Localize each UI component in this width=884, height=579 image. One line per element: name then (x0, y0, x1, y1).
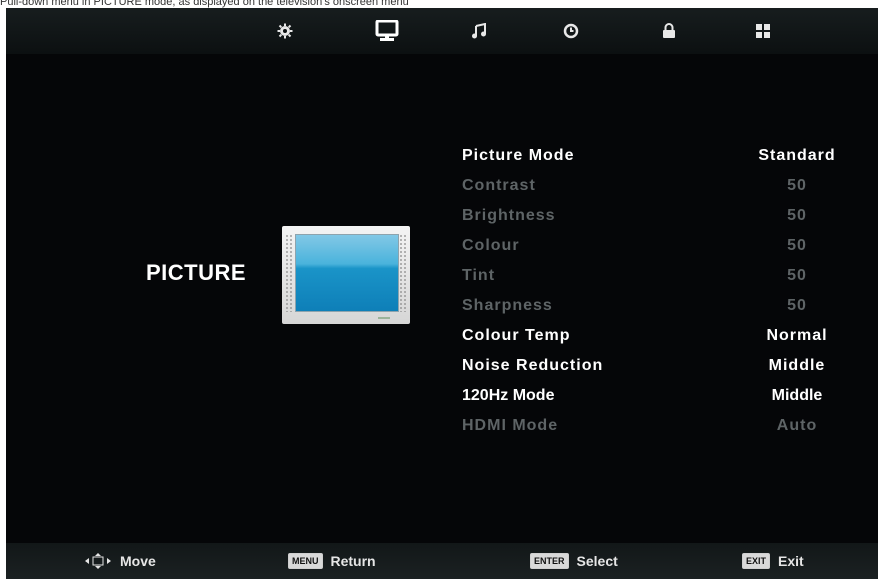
menu-item-label: 120Hz Mode (462, 387, 555, 404)
key-hint-bar: Move MENU Return ENTER Select EXIT Exit (6, 543, 878, 579)
menu-key-icon: MENU (288, 553, 323, 569)
menu-item-value: Normal (766, 327, 828, 344)
menu-item-value: 50 (787, 237, 807, 254)
menu-item-hdmi-mode[interactable]: HDMI Mode Auto (462, 411, 862, 441)
tv-illustration (282, 226, 410, 324)
menu-item-value: 50 (787, 177, 807, 194)
dpad-arrows-icon (85, 553, 111, 569)
menu-item-value: Middle (771, 387, 823, 404)
picture-menu-list: Picture Mode Standard Contrast 50 Bright… (462, 141, 862, 441)
tab-channel[interactable] (748, 18, 778, 44)
menu-item-label: Tint (462, 267, 496, 284)
menu-item-120hz-mode[interactable]: 120Hz Mode Middle (462, 381, 862, 411)
menu-item-contrast[interactable]: Contrast 50 (462, 171, 862, 201)
clock-icon (563, 23, 579, 39)
hint-select-label: Select (576, 553, 618, 569)
lock-icon (663, 23, 675, 38)
tab-lock[interactable] (654, 18, 684, 44)
menu-item-value: Auto (776, 417, 818, 434)
menu-item-sharpness[interactable]: Sharpness 50 (462, 291, 862, 321)
menu-item-label: Sharpness (462, 297, 553, 314)
menu-item-value: Standard (758, 147, 836, 164)
tv-screen-graphic (295, 234, 399, 312)
hint-return-label: Return (330, 553, 376, 569)
menu-item-picture-mode[interactable]: Picture Mode Standard (462, 141, 862, 171)
menu-item-label: Colour (462, 237, 520, 254)
header-caption: Pull-down menu in PICTURE mode, as displ… (0, 0, 884, 8)
tv-osd-screen: PICTURE Picture Mode Standard Contrast 5… (6, 8, 878, 579)
tv-led (378, 317, 390, 319)
hint-exit-label: Exit (778, 553, 804, 569)
exit-key-icon: EXIT (742, 553, 771, 569)
gear-icon (277, 23, 293, 39)
menu-item-colour[interactable]: Colour 50 (462, 231, 862, 261)
menu-item-label: Colour Temp (462, 327, 571, 344)
menu-item-label: HDMI Mode (462, 417, 559, 434)
menu-item-label: Picture Mode (462, 147, 575, 164)
hint-move: Move (84, 551, 156, 571)
music-note-icon (472, 23, 486, 39)
menu-item-label: Brightness (462, 207, 556, 224)
tab-picture[interactable] (372, 18, 402, 44)
menu-item-value: Middle (768, 357, 826, 374)
tab-time[interactable] (556, 18, 586, 44)
menu-item-label: Contrast (462, 177, 536, 194)
menu-item-brightness[interactable]: Brightness 50 (462, 201, 862, 231)
menu-item-value: 50 (787, 297, 807, 314)
menu-item-tint[interactable]: Tint 50 (462, 261, 862, 291)
hint-move-label: Move (120, 553, 156, 569)
tab-setup[interactable] (270, 18, 300, 44)
hint-exit: EXIT Exit (742, 551, 804, 571)
menu-item-value: 50 (787, 207, 807, 224)
menu-item-colour-temp[interactable]: Colour Temp Normal (462, 321, 862, 351)
hint-select: ENTER Select (530, 551, 618, 571)
enter-key-icon: ENTER (530, 553, 569, 569)
grid-icon (756, 24, 770, 38)
menu-item-value: 50 (787, 267, 807, 284)
tv-speaker-right (399, 234, 407, 312)
category-bar (6, 8, 878, 54)
hint-return: MENU Return (288, 551, 376, 571)
monitor-icon (375, 20, 399, 41)
tab-sound[interactable] (464, 18, 494, 44)
menu-item-label: Noise Reduction (462, 357, 604, 374)
menu-item-noise-reduction[interactable]: Noise Reduction Middle (462, 351, 862, 381)
page-title: PICTURE (145, 260, 247, 285)
tv-speaker-left (285, 234, 293, 312)
